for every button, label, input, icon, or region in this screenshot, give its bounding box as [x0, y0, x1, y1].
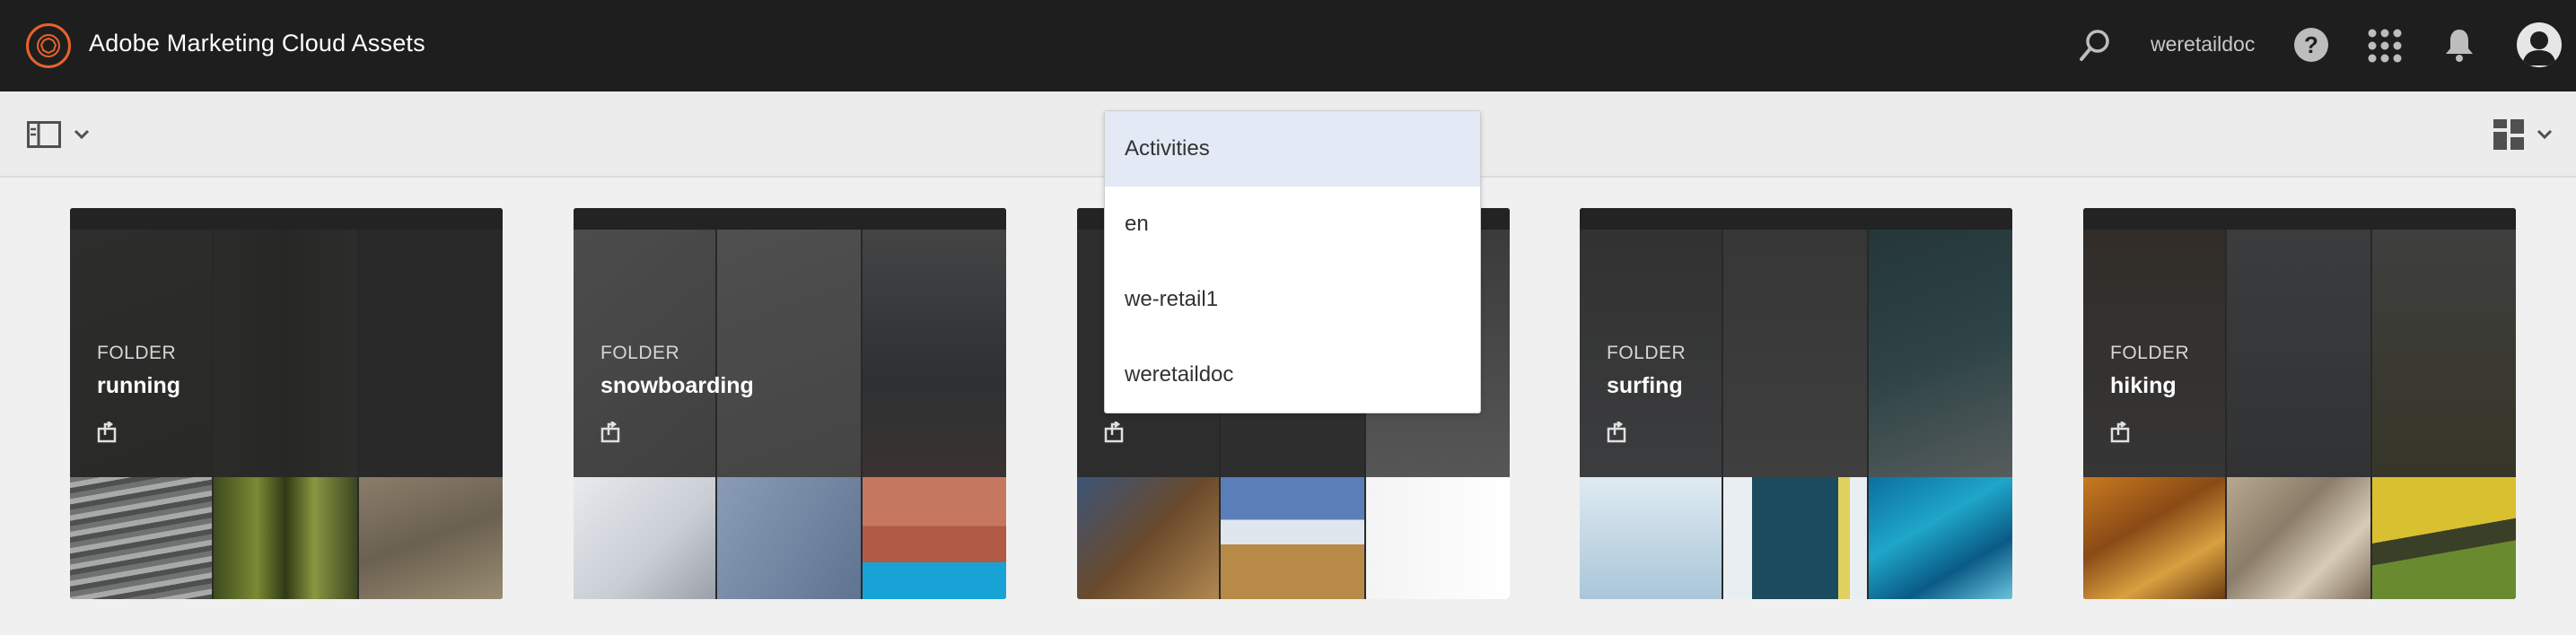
folder-card-snowboarding[interactable]: FOLDER snowboarding [574, 208, 1006, 599]
view-switcher-button[interactable] [2493, 119, 2553, 150]
card-kind-label: FOLDER [97, 343, 177, 363]
adobe-logo-icon[interactable] [26, 23, 71, 68]
card-view-icon [2493, 119, 2524, 150]
card-top-strip [1580, 208, 2012, 230]
rail-toggle-button[interactable] [27, 121, 90, 148]
thumbnail [2372, 477, 2516, 599]
card-title: surfing [1607, 373, 1683, 398]
shared-folder-icon [1104, 421, 1127, 448]
thumbnail [717, 477, 861, 599]
help-icon[interactable]: ? [2294, 28, 2328, 62]
thumbnail [1723, 477, 1867, 599]
folder-card-hiking[interactable]: FOLDER hiking [2083, 208, 2516, 599]
card-kind-label: FOLDER [600, 343, 680, 363]
card-title: running [97, 373, 181, 398]
dropdown-item-we-retail1[interactable]: we-retail1 [1105, 262, 1480, 337]
card-top-strip [2083, 208, 2516, 230]
thumbnail [70, 477, 212, 599]
thumbnail [214, 477, 357, 599]
card-top-strip [574, 208, 1006, 230]
thumbnail [574, 477, 715, 599]
thumbnail [1869, 477, 2012, 599]
dropdown-item-activities[interactable]: Activities [1105, 111, 1480, 187]
thumbnail [1221, 477, 1364, 599]
folder-card-running[interactable]: FOLDER running [70, 208, 503, 599]
thumbnail [863, 477, 1006, 599]
search-icon[interactable] [2077, 28, 2113, 68]
shared-folder-icon [600, 421, 624, 448]
card-title: snowboarding [600, 373, 754, 398]
apps-grid-icon[interactable] [2367, 28, 2403, 68]
bell-icon[interactable] [2443, 27, 2475, 67]
dropdown-item-weretaildoc[interactable]: weretaildoc [1105, 337, 1480, 413]
avatar-icon[interactable] [2517, 22, 2562, 67]
card-title: hiking [2110, 373, 2177, 398]
shared-folder-icon [2110, 421, 2134, 448]
location-dropdown-menu: Activities en we-retail1 weretaildoc [1104, 110, 1481, 413]
card-top-strip [70, 208, 503, 230]
thumbnail [1580, 477, 1722, 599]
thumbnail [2083, 477, 2225, 599]
thumbnail [2227, 477, 2370, 599]
card-kind-label: FOLDER [2110, 343, 2190, 363]
shell-header: Adobe Marketing Cloud Assets weretaildoc… [0, 0, 2576, 91]
thumbnail [1077, 477, 1219, 599]
thumbnail [359, 477, 503, 599]
shared-folder-icon [1607, 421, 1630, 448]
user-name[interactable]: weretaildoc [2151, 32, 2255, 57]
folder-card-surfing[interactable]: FOLDER surfing [1580, 208, 2012, 599]
thumbnail [1366, 477, 1510, 599]
card-kind-label: FOLDER [1607, 343, 1687, 363]
app-title[interactable]: Adobe Marketing Cloud Assets [89, 30, 425, 57]
shared-folder-icon [97, 421, 120, 448]
rail-toggle-icon [27, 121, 61, 148]
chevron-down-icon [2537, 129, 2553, 140]
dropdown-item-en[interactable]: en [1105, 187, 1480, 262]
chevron-down-icon [74, 129, 90, 140]
